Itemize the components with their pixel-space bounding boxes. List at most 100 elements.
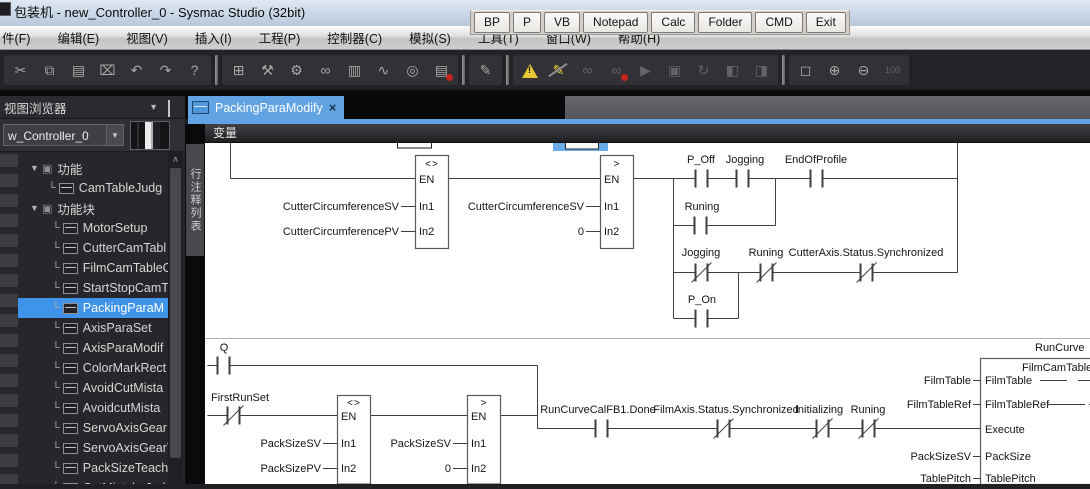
tree-item-cutmistakejud[interactable]: └ CutMistakeJud	[18, 478, 168, 484]
search-icon[interactable]: ◎	[398, 57, 427, 83]
contact-runcurvecalfb1-done[interactable]: RunCurveCalFB1.Done	[540, 404, 656, 438]
paste-icon[interactable]: ▤	[64, 57, 93, 83]
expander-icon[interactable]: ▼	[30, 163, 42, 173]
launcher-notepad-button[interactable]: Notepad	[583, 12, 648, 33]
launcher-cmd-button[interactable]: CMD	[755, 12, 802, 33]
contact-runing[interactable]: Runing	[685, 201, 720, 235]
tree-item-avoidcutmista2[interactable]: └ AvoidcutMista	[18, 398, 168, 418]
transfer-compare-icon[interactable]: ▣	[660, 57, 689, 83]
ladder-canvas[interactable]: <> EN In1 In2 CutterCircumferenceSV Cutt…	[205, 143, 1090, 484]
execute-transfer-icon[interactable]: ▶	[631, 57, 660, 83]
launcher-bp-button[interactable]: BP	[474, 12, 510, 33]
data-trace-icon[interactable]: ∿	[369, 57, 398, 83]
contact-runing-nc[interactable]: Runing	[749, 247, 784, 283]
scrollbar-thumb[interactable]	[170, 168, 181, 458]
tree-item-cuttercamtabl[interactable]: └ CutterCamTabl	[18, 238, 168, 258]
tree-group-functions[interactable]: ▼ ▣ 功能	[18, 158, 168, 178]
cut-icon[interactable]: ✂	[6, 57, 35, 83]
contact-firstrunset-nc[interactable]: FirstRunSet	[211, 392, 269, 426]
launcher-calc-button[interactable]: Calc	[651, 12, 695, 33]
menu-edit[interactable]: 编辑(E)	[57, 28, 99, 47]
download-icon[interactable]: ◧	[718, 57, 747, 83]
tree-item-axisparaset[interactable]: └ AxisParaSet	[18, 318, 168, 338]
panel-menu-icon[interactable]: ▼	[149, 102, 158, 112]
scroll-up-icon[interactable]: ∧	[168, 152, 183, 166]
cross-reference-icon[interactable]: ⚙	[282, 57, 311, 83]
build-icon[interactable]: ⚒	[253, 57, 282, 83]
menu-file[interactable]: 件(F)	[2, 28, 30, 47]
ladder-editor[interactable]: <> EN In1 In2 CutterCircumferenceSV Cutt…	[205, 143, 1090, 484]
compare-block-gt-cutter[interactable]: > EN In1 In2 CutterCircumferenceSV 0	[468, 156, 634, 249]
menu-view[interactable]: 视图(V)	[126, 28, 168, 47]
contact-filmaxis-synchronized-nc[interactable]: FilmAxis.Status.Synchronized	[653, 404, 799, 439]
variables-bar[interactable]: 变量	[205, 124, 1090, 143]
error-list-icon[interactable]: ▤	[427, 57, 456, 83]
undo-icon[interactable]: ↶	[122, 57, 151, 83]
device-dropdown-icon[interactable]: ▼	[107, 124, 124, 146]
row-comment-list-tab[interactable]: 行注释列表	[186, 144, 204, 256]
compare-block-gt-packsize[interactable]: > EN In1 In2 PackSizeSV 0	[390, 396, 500, 485]
contact-q[interactable]: Q	[218, 342, 230, 375]
menu-simulation[interactable]: 模拟(S)	[409, 28, 451, 47]
contact-jogging[interactable]: Jogging	[726, 154, 765, 188]
contact-cutteraxis-synchronized-nc[interactable]: CutterAxis.Status.Synchronized	[789, 247, 944, 283]
contact-endofprofile[interactable]: EndOfProfile	[785, 154, 847, 188]
expander-icon[interactable]: ▼	[30, 203, 42, 213]
zoom-100-icon[interactable]: 100	[878, 57, 907, 83]
contact-jogging-nc[interactable]: Jogging	[682, 247, 721, 283]
tree-item-colormarkrect[interactable]: └ ColorMarkRect	[18, 358, 168, 378]
watch-window-icon[interactable]: ∞	[311, 57, 340, 83]
help-icon[interactable]: ?	[180, 57, 209, 83]
tree-item-axisparamodif[interactable]: └ AxisParaModif	[18, 338, 168, 358]
tree-item-packingparam-selected[interactable]: └ PackingParaM	[18, 298, 168, 318]
contact-p-on[interactable]: P_On	[688, 294, 716, 328]
zoom-in-icon[interactable]: ⊕	[820, 57, 849, 83]
copy-icon[interactable]: ⧉	[35, 57, 64, 83]
tree-item-motorsetup[interactable]: └ MotorSetup	[18, 218, 168, 238]
run-edit-icon[interactable]: ✎	[471, 57, 500, 83]
tree-item-avoidcutmista[interactable]: └ AvoidCutMista	[18, 378, 168, 398]
tree-item-servoaxisgear1[interactable]: └ ServoAxisGearI	[18, 418, 168, 438]
fit-screen-icon[interactable]: ◻	[791, 57, 820, 83]
redo-icon[interactable]: ↷	[151, 57, 180, 83]
device-select[interactable]: w_Controller_0	[3, 124, 107, 146]
close-icon[interactable]: ×	[329, 100, 337, 115]
tree-item-filmcamtable[interactable]: └ FilmCamTableC	[18, 258, 168, 278]
launcher-p-button[interactable]: P	[513, 12, 541, 33]
contact-runing-nc-2[interactable]: Runing	[851, 404, 886, 439]
monitor-stop-icon[interactable]: ∞	[602, 57, 631, 83]
launcher-folder-button[interactable]: Folder	[698, 12, 752, 33]
edit-disabled-icon[interactable]: ✎	[544, 57, 573, 83]
pin-icon[interactable]	[168, 101, 177, 114]
launcher-exit-button[interactable]: Exit	[806, 12, 846, 33]
block-in1-label: In1	[419, 201, 434, 213]
tree-item-servoaxisgear2[interactable]: └ ServoAxisGearT	[18, 438, 168, 458]
block-in1-label: In1	[471, 438, 486, 450]
warning-icon[interactable]: !	[515, 57, 544, 83]
tree-item-startstopcamt[interactable]: └ StartStopCamT	[18, 278, 168, 298]
monitor-icon[interactable]: ∞	[573, 57, 602, 83]
tab-packingparamodify[interactable]: PackingParaModify ×	[188, 96, 344, 119]
launcher-vb-button[interactable]: VB	[544, 12, 580, 33]
contact-p-off[interactable]: P_Off	[687, 154, 716, 188]
upload-icon[interactable]: ◨	[747, 57, 776, 83]
tree-item-camtablejudg[interactable]: └ CamTableJudg	[18, 178, 168, 198]
menu-insert[interactable]: 插入(I)	[195, 28, 232, 47]
watch-table-icon[interactable]: ▥	[340, 57, 369, 83]
menu-controller[interactable]: 控制器(C)	[327, 28, 382, 47]
compare-block-ne-cutter[interactable]: <> EN In1 In2 CutterCircumferenceSV Cutt…	[283, 156, 449, 249]
delete-icon[interactable]: ⌧	[93, 57, 122, 83]
function-block-filmcamtable[interactable]: RunCurve FilmCamTable FilmTable FilmTabl…	[907, 342, 1090, 484]
contact-initializing-nc[interactable]: Initializing	[795, 404, 843, 439]
ladder-program-icon	[63, 323, 78, 334]
zoom-out-icon[interactable]: ⊖	[849, 57, 878, 83]
compare-block-ne-packsize[interactable]: <> EN In1 In2 PackSizeSV PackSizePV	[260, 396, 370, 485]
window-layout-icon[interactable]: ⊞	[224, 57, 253, 83]
tree-item-packsizeteach[interactable]: └ PackSizeTeach	[18, 458, 168, 478]
selected-element-highlight[interactable]	[553, 143, 608, 151]
tree-group-function-blocks[interactable]: ▼ ▣ 功能块	[18, 198, 168, 218]
clipped-element[interactable]	[398, 143, 432, 148]
synchronize-icon[interactable]: ↻	[689, 57, 718, 83]
menu-project[interactable]: 工程(P)	[259, 28, 301, 47]
tree-scrollbar[interactable]: ∧	[168, 152, 183, 484]
